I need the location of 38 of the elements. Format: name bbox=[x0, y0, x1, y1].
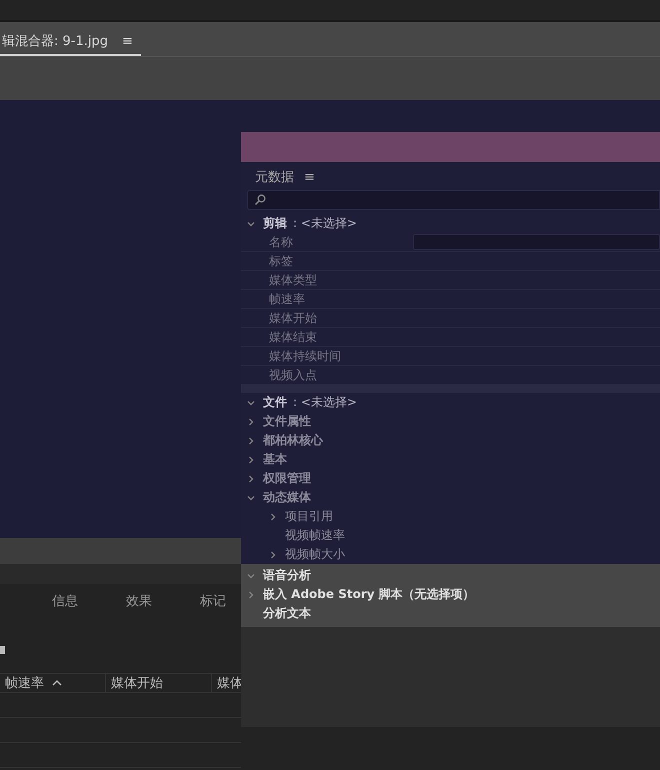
column-header[interactable]: 媒体开始 bbox=[105, 674, 211, 692]
expanded-caret-icon[interactable] bbox=[245, 220, 257, 228]
expanded-caret-icon[interactable] bbox=[245, 398, 257, 406]
expanded-caret-icon[interactable] bbox=[245, 494, 257, 502]
search-icon bbox=[254, 194, 266, 206]
property-label: 帧速率 bbox=[269, 290, 306, 308]
panel-title: 元数据 bbox=[255, 169, 294, 186]
property-label: 标签 bbox=[269, 252, 294, 270]
section-value: : <未选择> bbox=[293, 215, 357, 232]
tree-item[interactable]: 都柏林核心 bbox=[263, 432, 323, 449]
tree-item[interactable]: 嵌入 Adobe Story 脚本（无选择项） bbox=[263, 586, 475, 603]
panel-tab[interactable]: 效果 bbox=[126, 592, 152, 616]
tree-item[interactable]: 文件属性 bbox=[263, 413, 311, 430]
tree-item[interactable]: 分析文本 bbox=[263, 605, 311, 622]
tree-item[interactable]: 基本 bbox=[263, 451, 287, 468]
property-label: 媒体类型 bbox=[269, 272, 318, 288]
expanded-caret-icon[interactable] bbox=[245, 572, 257, 580]
tree-item[interactable]: 项目引用 bbox=[285, 508, 333, 525]
section-title: 语音分析 bbox=[263, 567, 311, 584]
property-label: 媒体结束 bbox=[269, 328, 318, 346]
tree-item[interactable]: 权限管理 bbox=[263, 470, 311, 487]
panel-tab[interactable]: 标记 bbox=[200, 592, 226, 616]
tree-item[interactable]: 视频帧大小 bbox=[285, 546, 345, 563]
menu-icon[interactable]: ≡ bbox=[304, 170, 315, 184]
section-value: : <未选择> bbox=[293, 394, 357, 411]
column-header[interactable]: 帧速率 bbox=[0, 674, 105, 692]
input-field[interactable] bbox=[413, 234, 660, 250]
tree-item[interactable]: 动态媒体 bbox=[263, 489, 311, 506]
property-label: 名称 bbox=[269, 234, 294, 250]
panel-tab[interactable]: 信息 bbox=[52, 592, 78, 616]
property-label: 视频入点 bbox=[269, 366, 318, 384]
section-title: 文件 bbox=[263, 394, 287, 411]
property-label: 媒体持续时间 bbox=[269, 348, 342, 364]
property-label: 媒体开始 bbox=[269, 310, 318, 326]
section-title: 剪辑 bbox=[263, 215, 287, 232]
tree-item[interactable]: 视频帧速率 bbox=[285, 527, 345, 544]
menu-icon[interactable]: ≡ bbox=[122, 34, 133, 48]
search-field[interactable] bbox=[247, 190, 660, 210]
